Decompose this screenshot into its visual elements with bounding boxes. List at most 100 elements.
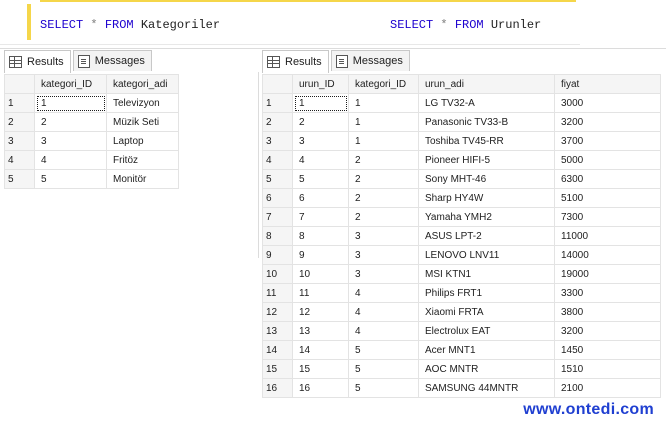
row-number[interactable]: 14 — [262, 340, 293, 360]
table-cell[interactable]: 6300 — [554, 169, 661, 189]
table-row[interactable]: 10 10 3 MSI KTN1 19000 — [262, 264, 661, 284]
table-cell[interactable]: Pioneer HIFI-5 — [418, 150, 555, 170]
row-number[interactable]: 16 — [262, 378, 293, 398]
table-cell[interactable]: 3 — [292, 131, 349, 151]
table-cell[interactable]: ASUS LPT-2 — [418, 226, 555, 246]
table-row[interactable]: 5 5 2 Sony MHT-46 6300 — [262, 169, 661, 189]
table-cell[interactable]: Fritöz — [106, 150, 179, 170]
table-row[interactable]: 7 7 2 Yamaha YMH2 7300 — [262, 207, 661, 227]
table-cell[interactable]: 1510 — [554, 359, 661, 379]
table-cell[interactable]: 16 — [292, 378, 349, 398]
table-cell[interactable]: 5100 — [554, 188, 661, 208]
table-cell[interactable]: 15 — [292, 359, 349, 379]
table-cell[interactable]: Acer MNT1 — [418, 340, 555, 360]
table-cell[interactable]: 12 — [292, 302, 349, 322]
table-cell[interactable]: Toshiba TV45-RR — [418, 131, 555, 151]
row-number[interactable]: 15 — [262, 359, 293, 379]
table-cell[interactable]: 2 — [292, 112, 349, 132]
column-header[interactable]: kategori_ID — [348, 74, 419, 94]
table-row[interactable]: 5 5 Monitör — [4, 169, 179, 189]
table-cell[interactable]: Televizyon — [106, 93, 179, 113]
table-row[interactable]: 4 4 2 Pioneer HIFI-5 5000 — [262, 150, 661, 170]
table-cell[interactable]: 4 — [34, 150, 107, 170]
row-number[interactable]: 3 — [262, 131, 293, 151]
table-cell[interactable]: 3 — [348, 264, 419, 284]
sql-editor[interactable]: SELECT * FROM Kategoriler SELECT * FROM … — [0, 0, 580, 45]
table-cell[interactable]: Panasonic TV33-B — [418, 112, 555, 132]
table-cell[interactable]: LG TV32-A — [418, 93, 555, 113]
table-row[interactable]: 8 8 3 ASUS LPT-2 11000 — [262, 226, 661, 246]
table-cell[interactable]: 1 — [348, 112, 419, 132]
row-number[interactable]: 13 — [262, 321, 293, 341]
table-cell[interactable]: 4 — [292, 150, 349, 170]
table-cell[interactable]: 6 — [292, 188, 349, 208]
table-cell[interactable]: 3200 — [554, 112, 661, 132]
row-number[interactable]: 1 — [262, 93, 293, 113]
query-kategoriler[interactable]: SELECT * FROM Kategoriler — [40, 18, 220, 32]
table-row[interactable]: 15 15 5 AOC MNTR 1510 — [262, 359, 661, 379]
table-cell[interactable]: 14 — [292, 340, 349, 360]
table-row[interactable]: 9 9 3 LENOVO LNV11 14000 — [262, 245, 661, 265]
row-number[interactable]: 2 — [4, 112, 35, 132]
row-number[interactable]: 5 — [262, 169, 293, 189]
table-row[interactable]: 3 3 Laptop — [4, 131, 179, 151]
table-cell[interactable]: 10 — [292, 264, 349, 284]
table-cell[interactable]: Yamaha YMH2 — [418, 207, 555, 227]
column-header[interactable]: kategori_adi — [106, 74, 179, 94]
table-cell[interactable]: 7 — [292, 207, 349, 227]
table-row[interactable]: 13 13 4 Electrolux EAT 3200 — [262, 321, 661, 341]
row-number[interactable]: 3 — [4, 131, 35, 151]
row-number[interactable]: 4 — [262, 150, 293, 170]
table-cell[interactable]: 2 — [348, 207, 419, 227]
table-cell[interactable]: Monitör — [106, 169, 179, 189]
table-row[interactable]: 6 6 2 Sharp HY4W 5100 — [262, 188, 661, 208]
table-cell[interactable]: 7300 — [554, 207, 661, 227]
table-cell[interactable]: Laptop — [106, 131, 179, 151]
table-cell[interactable]: 2 — [348, 188, 419, 208]
tab-messages[interactable]: Messages — [330, 50, 410, 71]
table-cell[interactable]: 3000 — [554, 93, 661, 113]
table-cell[interactable]: 11000 — [554, 226, 661, 246]
table-cell[interactable]: 5 — [348, 340, 419, 360]
row-number[interactable]: 4 — [4, 150, 35, 170]
table-cell[interactable]: 5 — [348, 359, 419, 379]
table-cell[interactable]: 19000 — [554, 264, 661, 284]
table-cell[interactable]: LENOVO LNV11 — [418, 245, 555, 265]
table-cell[interactable]: 3 — [348, 245, 419, 265]
table-cell[interactable]: 5 — [348, 378, 419, 398]
table-cell[interactable]: 3300 — [554, 283, 661, 303]
table-cell[interactable]: Sony MHT-46 — [418, 169, 555, 189]
tab-messages[interactable]: Messages — [72, 50, 152, 71]
table-cell[interactable]: Xiaomi FRTA — [418, 302, 555, 322]
row-number[interactable]: 2 — [262, 112, 293, 132]
table-cell[interactable]: 1 — [348, 93, 419, 113]
table-cell[interactable]: AOC MNTR — [418, 359, 555, 379]
column-header[interactable]: urun_ID — [292, 74, 349, 94]
table-row[interactable]: 2 2 Müzik Seti — [4, 112, 179, 132]
table-cell[interactable]: 4 — [348, 302, 419, 322]
tab-results[interactable]: Results — [4, 50, 71, 73]
table-cell[interactable]: MSI KTN1 — [418, 264, 555, 284]
row-number[interactable]: 8 — [262, 226, 293, 246]
table-cell[interactable]: SAMSUNG 44MNTR — [418, 378, 555, 398]
table-cell[interactable]: 9 — [292, 245, 349, 265]
table-cell[interactable]: 1 — [292, 93, 349, 113]
row-number-header[interactable] — [4, 74, 35, 94]
column-header[interactable]: kategori_ID — [34, 74, 107, 94]
table-cell[interactable]: 1 — [348, 131, 419, 151]
editor-results-splitter[interactable] — [0, 48, 666, 49]
row-number[interactable]: 12 — [262, 302, 293, 322]
row-number[interactable]: 10 — [262, 264, 293, 284]
table-row[interactable]: 1 1 1 LG TV32-A 3000 — [262, 93, 661, 113]
table-row[interactable]: 14 14 5 Acer MNT1 1450 — [262, 340, 661, 360]
table-row[interactable]: 4 4 Fritöz — [4, 150, 179, 170]
table-cell[interactable]: 2100 — [554, 378, 661, 398]
table-cell[interactable]: 5000 — [554, 150, 661, 170]
table-cell[interactable]: 3200 — [554, 321, 661, 341]
table-cell[interactable]: 1450 — [554, 340, 661, 360]
table-cell[interactable]: 1 — [34, 93, 107, 113]
table-cell[interactable]: 4 — [348, 283, 419, 303]
table-cell[interactable]: 3800 — [554, 302, 661, 322]
table-cell[interactable]: 14000 — [554, 245, 661, 265]
table-cell[interactable]: 5 — [34, 169, 107, 189]
